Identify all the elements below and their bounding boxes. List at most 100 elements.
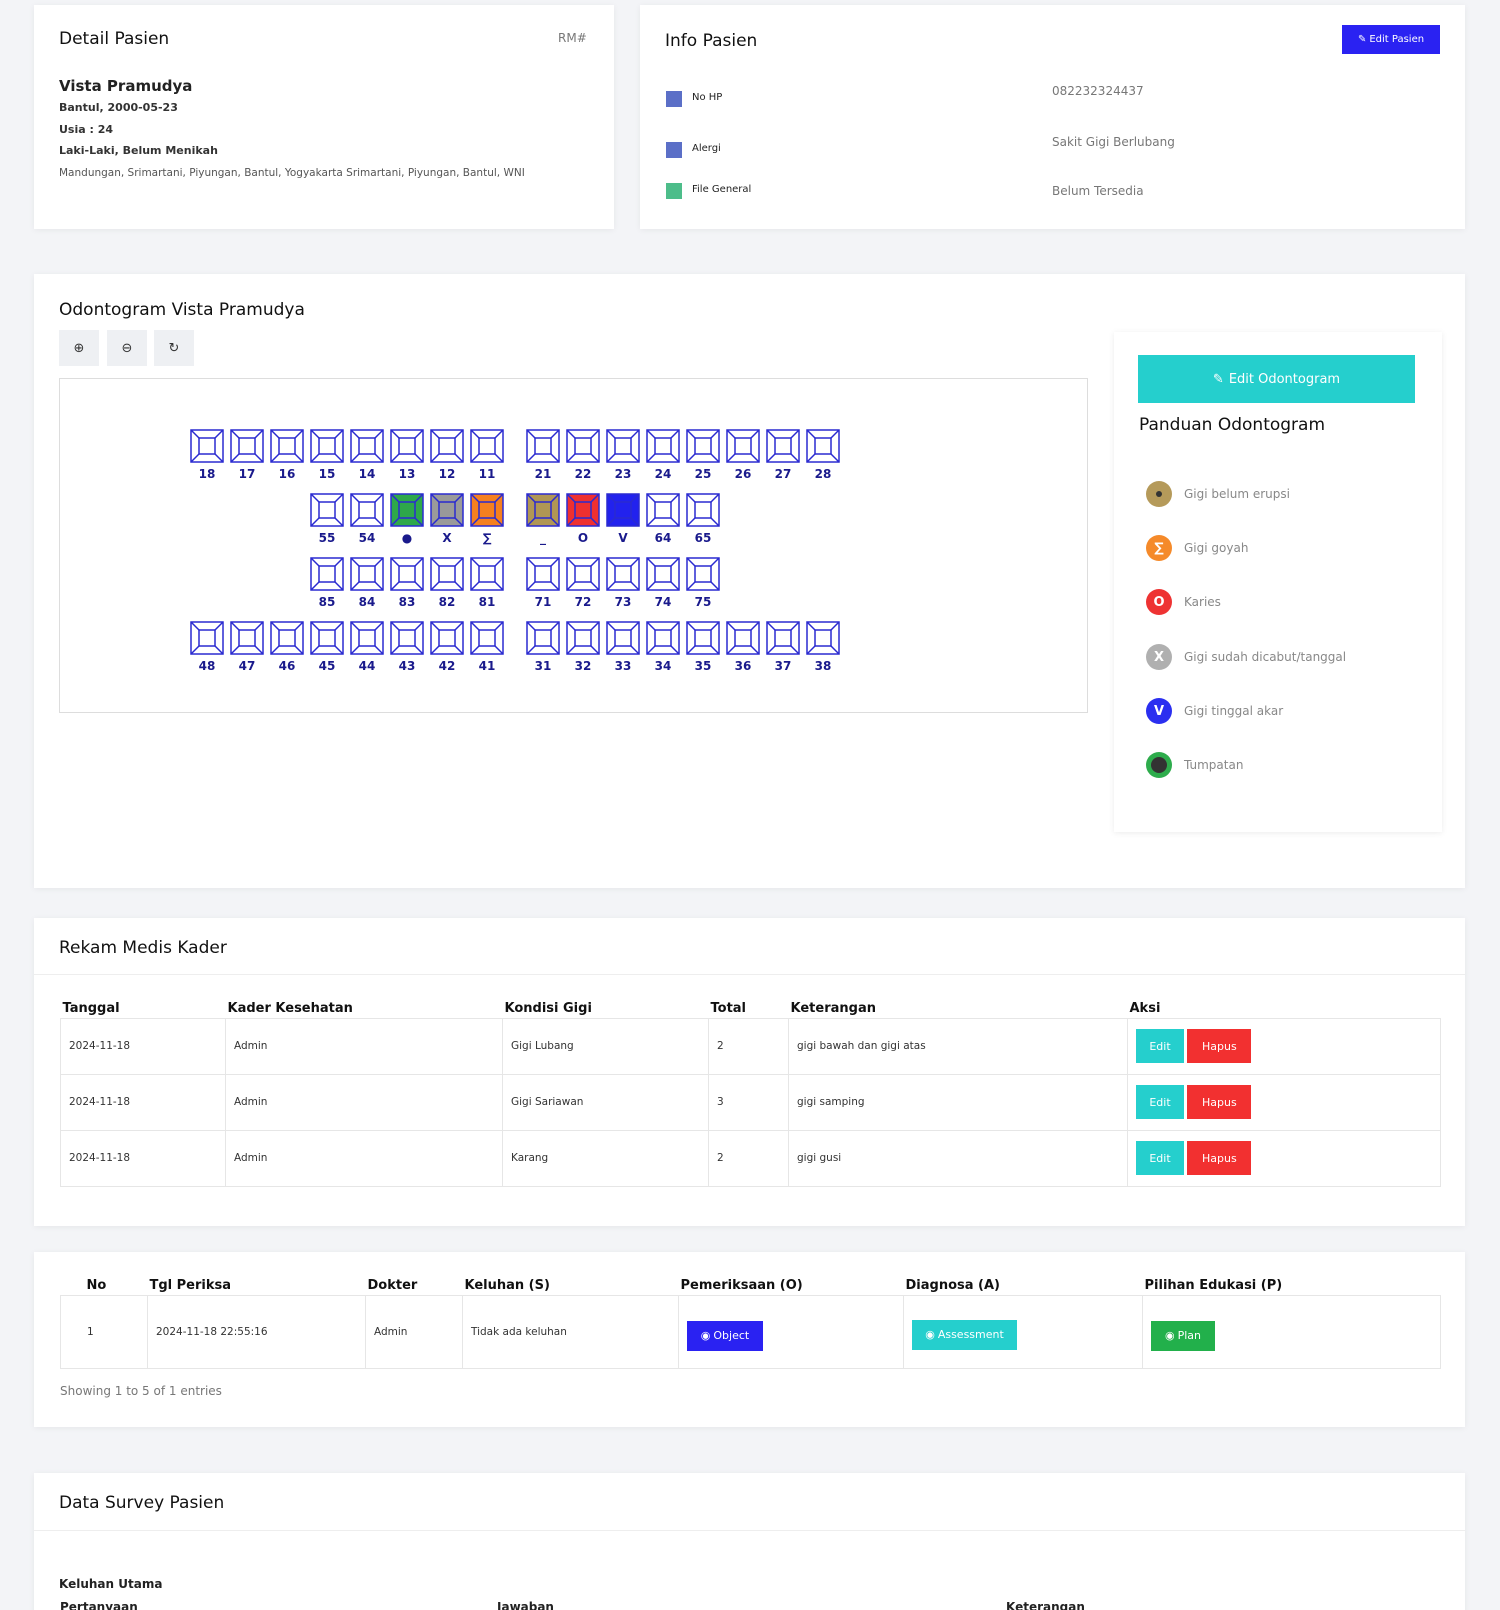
table-cell: 2024-11-18 <box>60 1073 226 1131</box>
tooth[interactable] <box>350 621 384 655</box>
edit-odontogram-button[interactable]: ✎ Edit Odontogram <box>1138 355 1415 403</box>
tooth[interactable] <box>526 429 560 463</box>
tooth[interactable] <box>806 621 840 655</box>
tooth[interactable] <box>606 621 640 655</box>
tooth[interactable] <box>350 493 384 527</box>
survey-title: Data Survey Pasien <box>59 1493 225 1513</box>
tooth[interactable] <box>526 621 560 655</box>
tooth[interactable] <box>766 621 800 655</box>
cell-keluhan: Tidak ada keluhan <box>462 1294 679 1369</box>
assessment-button[interactable]: ◉ Assessment <box>912 1319 1017 1350</box>
tooth[interactable] <box>430 429 464 463</box>
legend-item: Gigi belum erupsi <box>1146 481 1290 507</box>
tooth[interactable] <box>686 493 720 527</box>
tooth-label: X <box>442 531 452 545</box>
zoom-in-button[interactable]: ⊕ <box>59 330 99 366</box>
tooth[interactable] <box>390 557 424 591</box>
legend-label: Karies <box>1184 595 1221 609</box>
pemeriksaan-table: No Tgl Periksa Dokter Keluhan (S) Pemeri… <box>60 1277 1441 1369</box>
tooth[interactable] <box>430 621 464 655</box>
tooth-label: 28 <box>814 467 832 481</box>
table-cell: 2024-11-18 <box>60 1129 226 1187</box>
delete-button[interactable]: Hapus <box>1187 1029 1252 1063</box>
no-hp-value: 082232324437 <box>1052 84 1144 98</box>
tooth[interactable] <box>646 557 680 591</box>
object-button[interactable]: ◉ Object <box>687 1320 763 1351</box>
reset-button[interactable]: ↻ <box>154 330 194 366</box>
tooth[interactable] <box>390 621 424 655</box>
delete-button[interactable]: Hapus <box>1187 1141 1252 1175</box>
tooth[interactable] <box>526 493 560 527</box>
tooth[interactable] <box>230 429 264 463</box>
tooth[interactable] <box>646 493 680 527</box>
tooth[interactable] <box>270 429 304 463</box>
cell-no: 1 <box>60 1294 148 1369</box>
plan-button[interactable]: ◉ Plan <box>1151 1320 1215 1351</box>
tooth[interactable] <box>726 621 760 655</box>
tooth[interactable] <box>566 429 600 463</box>
odontogram-card: Odontogram Vista Pramudya ⊕ ⊖ ↻ 18 17 16 15… <box>34 274 1465 888</box>
delete-button[interactable]: Hapus <box>1187 1085 1252 1119</box>
tooth-label: V <box>618 531 628 545</box>
tooth[interactable] <box>390 493 424 527</box>
tooth[interactable] <box>606 557 640 591</box>
tooth[interactable] <box>430 493 464 527</box>
tooth[interactable] <box>566 493 600 527</box>
tooth[interactable] <box>526 557 560 591</box>
tooth-label: ● <box>401 531 413 545</box>
tooth[interactable] <box>230 621 264 655</box>
col-dokter: Dokter <box>367 1278 418 1294</box>
alergi-icon <box>666 142 682 158</box>
tooth-label: 65 <box>694 531 712 545</box>
tooth[interactable] <box>270 621 304 655</box>
tooth[interactable] <box>190 621 224 655</box>
tooth[interactable] <box>430 557 464 591</box>
tooth[interactable] <box>390 429 424 463</box>
tooth-label: 24 <box>654 467 672 481</box>
divider <box>34 1530 1465 1531</box>
tooth[interactable] <box>806 429 840 463</box>
tooth[interactable] <box>606 493 640 527</box>
tooth[interactable] <box>470 429 504 463</box>
cell-edukasi: ◉ Plan <box>1142 1294 1441 1369</box>
tooth-label: 38 <box>814 659 832 673</box>
zoom-out-button[interactable]: ⊖ <box>107 330 147 366</box>
zoom-in-icon: ⊕ <box>73 340 85 356</box>
tooth[interactable] <box>686 621 720 655</box>
edit-button[interactable]: Edit <box>1136 1029 1184 1063</box>
tooth[interactable] <box>310 557 344 591</box>
tooth[interactable] <box>646 429 680 463</box>
tooth[interactable] <box>566 557 600 591</box>
tooth-label: ∑ <box>482 531 492 545</box>
tooth[interactable] <box>686 429 720 463</box>
col-total: Total <box>710 1001 747 1017</box>
tooth[interactable] <box>350 557 384 591</box>
tooth[interactable] <box>470 493 504 527</box>
tooth[interactable] <box>310 429 344 463</box>
tooth-label: 81 <box>478 595 496 609</box>
tooth[interactable] <box>470 557 504 591</box>
tooth[interactable] <box>190 429 224 463</box>
edit-button[interactable]: Edit <box>1136 1141 1184 1175</box>
tooth[interactable] <box>726 429 760 463</box>
edit-button[interactable]: Edit <box>1136 1085 1184 1119</box>
odontogram-canvas[interactable]: 18 17 16 15 14 13 12 11 21 22 23 24 25 26 27 28 55 54 ● X ∑ _… <box>59 378 1088 713</box>
tooth[interactable] <box>350 429 384 463</box>
tooth[interactable] <box>646 621 680 655</box>
tooth[interactable] <box>566 621 600 655</box>
tooth-label: 46 <box>278 659 296 673</box>
tooth[interactable] <box>310 493 344 527</box>
tooth[interactable] <box>766 429 800 463</box>
alergi-label: Alergi <box>692 143 721 154</box>
edit-pasien-button[interactable]: ✎ Edit Pasien <box>1342 25 1440 54</box>
patient-birth: Bantul, 2000-05-23 <box>59 101 178 114</box>
tooth[interactable] <box>606 429 640 463</box>
action-cell: Edit Hapus <box>1127 1017 1441 1075</box>
tooth-label: 83 <box>398 595 416 609</box>
tooth[interactable] <box>310 621 344 655</box>
legend-item: ∑ Gigi goyah <box>1146 535 1248 561</box>
tooth[interactable] <box>470 621 504 655</box>
table-cell: gigi gusi <box>788 1129 1128 1187</box>
tooth[interactable] <box>686 557 720 591</box>
tooth-label: 16 <box>278 467 296 481</box>
